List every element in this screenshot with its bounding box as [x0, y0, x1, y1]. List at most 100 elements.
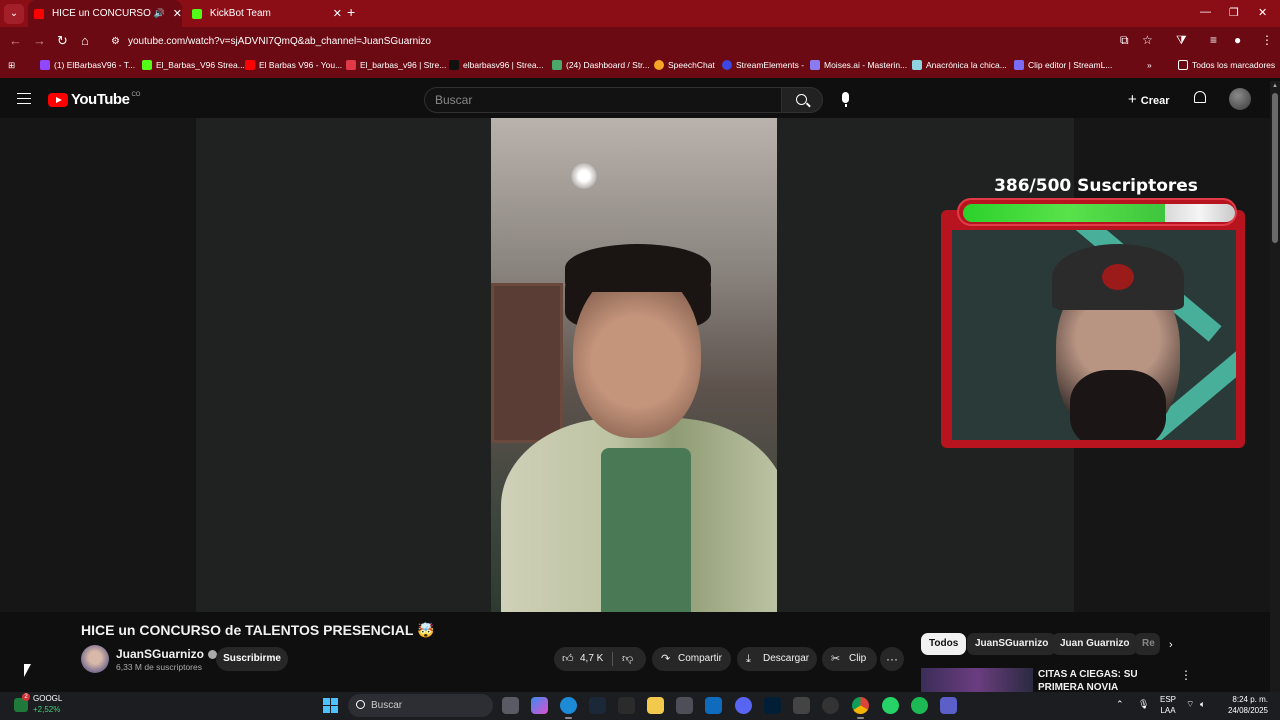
taskbar-search[interactable]: Buscar: [348, 694, 493, 717]
home-icon[interactable]: ⌂: [81, 33, 89, 48]
audio-playing-icon[interactable]: 🔊: [154, 8, 165, 19]
search-button[interactable]: [781, 87, 823, 113]
back-icon[interactable]: ←: [9, 33, 22, 48]
browser-menu-icon[interactable]: ⋮: [1261, 33, 1273, 47]
profile-avatar-icon[interactable]: ●: [1234, 33, 1241, 47]
more-actions-button[interactable]: ···: [880, 647, 904, 671]
forward-icon[interactable]: →: [33, 33, 46, 48]
volume-icon[interactable]: 🔈︎: [1200, 699, 1205, 710]
recommendation-title[interactable]: CITAS A CIEGAS: SU PRIMERA NOVIA: [1038, 668, 1170, 692]
chevron-right-icon[interactable]: ›: [1169, 639, 1173, 651]
reload-icon[interactable]: ↻: [57, 33, 68, 49]
page-scrollbar[interactable]: ▲: [1270, 81, 1280, 692]
bookmark-item[interactable]: (1) ElBarbasV96 - T...: [40, 60, 135, 70]
whatsapp-icon[interactable]: [882, 697, 899, 714]
kickbot-favicon-icon: [192, 8, 202, 19]
chrome-icon[interactable]: [852, 697, 869, 719]
youtube-logo[interactable]: YouTube CO: [48, 91, 140, 108]
thumbs-up-icon[interactable]: 👍︎: [562, 647, 574, 671]
minimize-icon[interactable]: —: [1200, 6, 1211, 18]
scrollbar-thumb[interactable]: [1272, 93, 1278, 243]
task-view-icon[interactable]: [502, 697, 519, 714]
bookmark-item[interactable]: Clip editor | StreamL...: [1014, 60, 1112, 70]
youtube-play-icon: [48, 92, 68, 107]
subscribe-button[interactable]: Suscribirme: [216, 647, 288, 671]
close-window-icon[interactable]: ✕: [1258, 6, 1267, 19]
bookmark-item[interactable]: El_barbas_v96 | Stre...: [346, 60, 446, 70]
bookmark-star-icon[interactable]: ☆: [1142, 33, 1153, 47]
all-bookmarks-folder[interactable]: Todos los marcadores: [1178, 60, 1275, 70]
bookmark-item[interactable]: elbarbasv96 | Strea...: [449, 60, 544, 70]
search-input[interactable]: Buscar: [424, 87, 782, 113]
notifications-bell-icon[interactable]: [1194, 91, 1206, 103]
photoshop-icon[interactable]: [764, 697, 781, 714]
wifi-icon[interactable]: ⌔: [1186, 699, 1194, 710]
windows-start-icon[interactable]: [323, 698, 338, 713]
scroll-up-icon[interactable]: ▲: [1272, 83, 1278, 89]
channel-avatar[interactable]: [81, 645, 109, 673]
video-info: HICE un CONCURSO de TALENTOS PRESENCIAL …: [0, 612, 1270, 692]
copilot-icon[interactable]: [531, 697, 548, 714]
close-tab-icon[interactable]: ✕: [173, 7, 182, 20]
tray-overflow-icon[interactable]: ⌃: [1116, 699, 1124, 710]
create-button[interactable]: + Crear: [1128, 91, 1170, 108]
site-info-icon[interactable]: ⚙: [111, 30, 120, 53]
recommendation-thumbnail[interactable]: [921, 668, 1033, 692]
chip-juan-guarnizo[interactable]: Juan Guarnizo: [1052, 633, 1138, 655]
tab-youtube[interactable]: HICE un CONCURSO de TALENTOS PRESENCIAL …: [28, 0, 182, 27]
language-indicator[interactable]: ESP LAA: [1160, 694, 1176, 716]
recommendation-menu-icon[interactable]: ⋮: [1180, 668, 1192, 682]
capture-icon[interactable]: [793, 697, 810, 714]
tab-search-button[interactable]: ⌄: [4, 4, 24, 24]
thumbs-down-icon[interactable]: 👎︎: [622, 647, 633, 671]
close-tab-icon[interactable]: ✕: [333, 7, 342, 20]
spotify-icon[interactable]: [911, 697, 928, 714]
obs-icon[interactable]: [822, 697, 839, 714]
bookmark-item[interactable]: (24) Dashboard / Str...: [552, 60, 650, 70]
channel-name[interactable]: JuanSGuarnizo: [116, 647, 218, 661]
apps-grid-icon[interactable]: ⊞: [8, 60, 15, 71]
webcam-frame: [941, 210, 1245, 448]
youtube-icon: [245, 60, 255, 70]
menu-icon[interactable]: [17, 93, 31, 104]
account-avatar[interactable]: [1229, 88, 1251, 110]
teams-icon[interactable]: [940, 697, 957, 714]
bookmark-item[interactable]: SpeechChat: [654, 60, 715, 70]
address-bar[interactable]: ⚙ youtube.com/watch?v=sjADVNI7QmQ&ab_cha…: [103, 30, 1203, 53]
media-controls-icon[interactable]: ≡: [1210, 33, 1217, 47]
clip-button[interactable]: ✂ Clip: [822, 647, 877, 671]
microphone-tray-icon[interactable]: 🎙︎: [1138, 699, 1149, 710]
share-button[interactable]: ↷ Compartir: [652, 647, 731, 671]
video-player[interactable]: 386/500 Suscriptores: [0, 118, 1270, 612]
file-explorer-icon[interactable]: [647, 697, 664, 714]
stream-overlay: 386/500 Suscriptores: [941, 176, 1245, 448]
bookmark-item[interactable]: El_Barbas_V96 Strea...: [142, 60, 245, 70]
page-icon: [912, 60, 922, 70]
microphone-icon[interactable]: [842, 92, 849, 107]
bookmark-item[interactable]: StreamElements -: [722, 60, 804, 70]
scissors-icon: ✂: [831, 653, 841, 665]
epic-games-icon[interactable]: [618, 697, 635, 714]
download-button[interactable]: ⤓ Descargar: [737, 647, 817, 671]
chip-more[interactable]: Re: [1134, 633, 1160, 655]
restore-icon[interactable]: ❐: [1229, 6, 1239, 19]
subscriber-goal-bar: [957, 198, 1237, 226]
discord-icon[interactable]: [735, 697, 752, 714]
edge-icon[interactable]: [560, 697, 577, 719]
bookmark-item[interactable]: Anacrónica la chica...: [912, 60, 1007, 70]
install-app-icon[interactable]: ⧉: [1120, 33, 1129, 48]
extensions-icon[interactable]: ⧩: [1176, 33, 1187, 48]
chip-juansguarnizo[interactable]: JuanSGuarnizo: [967, 633, 1057, 655]
outlook-icon[interactable]: [705, 697, 722, 714]
chip-todos[interactable]: Todos: [921, 633, 967, 655]
new-tab-icon[interactable]: +: [347, 4, 355, 20]
taskbar-clock[interactable]: 8:24 p. m. 24/08/2025: [1222, 694, 1268, 716]
stock-name[interactable]: GOOGL: [33, 694, 62, 703]
store-icon[interactable]: [676, 697, 693, 714]
bookmark-item[interactable]: Moises.ai - Masterin...: [810, 60, 907, 70]
bookmark-item[interactable]: El Barbas V96 - You...: [245, 60, 342, 70]
tab-kickbot[interactable]: KickBot Team ✕: [186, 0, 342, 27]
like-count[interactable]: 4,7 K: [580, 647, 603, 671]
steam-icon[interactable]: [589, 697, 606, 714]
bookmarks-overflow-icon[interactable]: »: [1147, 60, 1152, 70]
